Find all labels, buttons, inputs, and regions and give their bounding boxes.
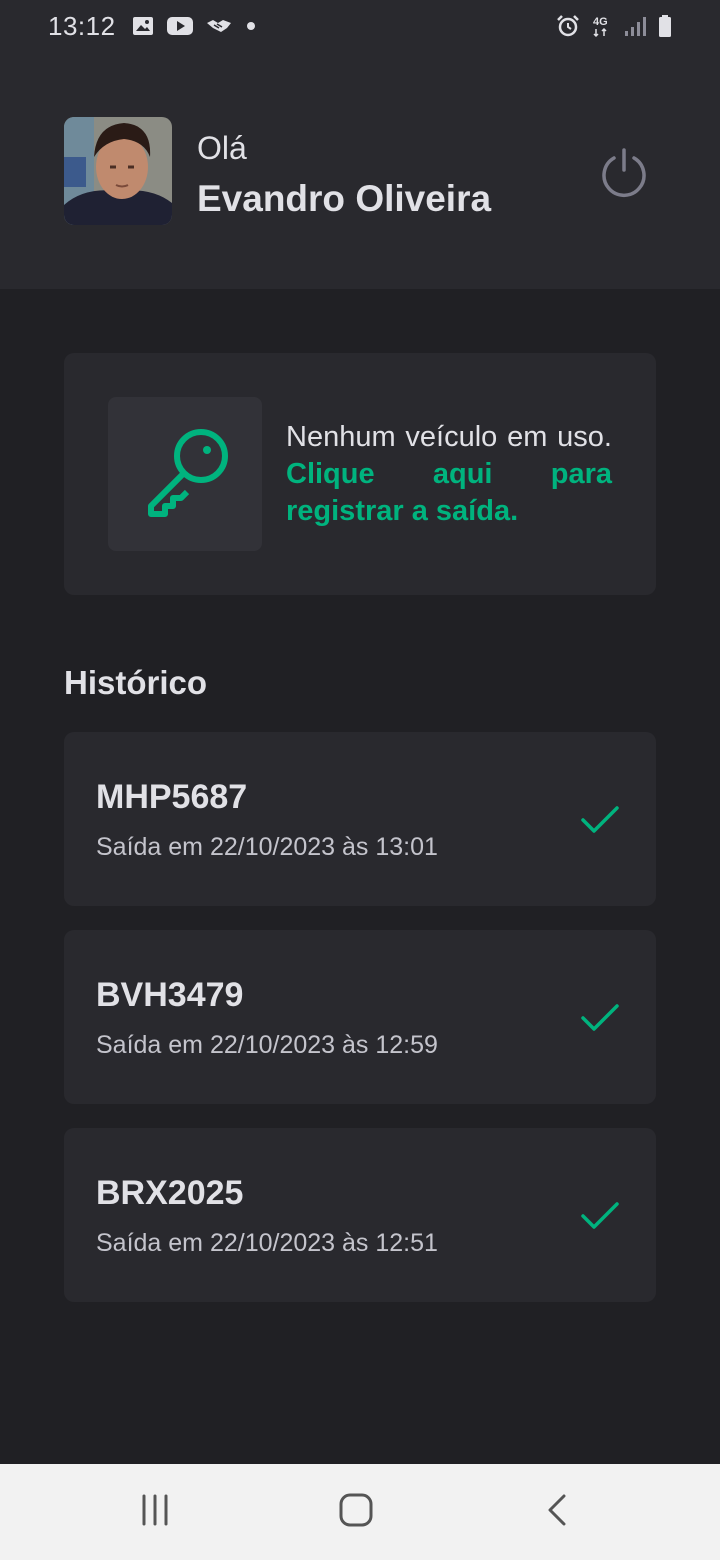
history-item[interactable]: MHP5687 Saída em 22/10/2023 às 13:01	[64, 732, 656, 906]
status-bar: 13:12 4G	[0, 0, 720, 52]
check-icon	[580, 800, 620, 840]
register-departure-card[interactable]: Nenhum veículo em uso. Clique aqui para …	[64, 353, 656, 595]
key-icon-container	[108, 397, 262, 551]
vehicle-plate: MHP5687	[96, 778, 248, 816]
power-icon	[598, 146, 650, 203]
history-item[interactable]: BVH3479 Saída em 22/10/2023 às 12:59	[64, 930, 656, 1104]
navigation-bar	[0, 1464, 720, 1560]
check-icon	[580, 998, 620, 1038]
system-icons: 4G	[556, 14, 672, 38]
4g-icon: 4G	[592, 14, 612, 38]
youtube-icon	[166, 16, 194, 36]
departure-time: Saída em 22/10/2023 às 12:59	[96, 1031, 438, 1059]
history-item[interactable]: BRX2025 Saída em 22/10/2023 às 12:51	[64, 1128, 656, 1302]
history-title: Histórico	[64, 664, 208, 701]
battery-icon	[658, 14, 672, 38]
notification-icons	[132, 16, 258, 36]
key-icon	[137, 424, 233, 525]
dot-icon	[244, 19, 258, 33]
recent-apps-button[interactable]	[125, 1482, 185, 1542]
vehicle-plate: BRX2025	[96, 1174, 244, 1212]
home-icon	[338, 1492, 374, 1533]
departure-time: Saída em 22/10/2023 às 12:51	[96, 1229, 438, 1257]
status-time: 13:12	[48, 10, 116, 41]
recent-apps-icon	[139, 1494, 171, 1531]
home-button[interactable]	[326, 1482, 386, 1542]
back-button[interactable]	[528, 1482, 588, 1542]
avatar[interactable]	[64, 117, 172, 225]
check-icon	[580, 1196, 620, 1236]
vehicle-status-message: Nenhum veículo em uso. Clique aqui para …	[286, 419, 612, 530]
alarm-icon	[556, 14, 580, 38]
header: Olá Evandro Oliveira	[0, 52, 720, 289]
handshake-icon	[206, 17, 232, 35]
greeting-text: Olá	[197, 130, 247, 166]
image-icon	[132, 16, 154, 36]
user-name: Evandro Oliveira	[197, 178, 492, 219]
vehicle-status-text: Nenhum veículo em uso.	[286, 421, 612, 453]
logout-button[interactable]	[596, 146, 652, 202]
network-label: 4G	[593, 16, 608, 28]
signal-icon	[624, 15, 646, 37]
back-icon	[542, 1494, 574, 1531]
vehicle-plate: BVH3479	[96, 976, 244, 1014]
register-departure-link[interactable]: Clique aqui para registrar a saída.	[286, 458, 612, 527]
departure-time: Saída em 22/10/2023 às 13:01	[96, 833, 438, 861]
